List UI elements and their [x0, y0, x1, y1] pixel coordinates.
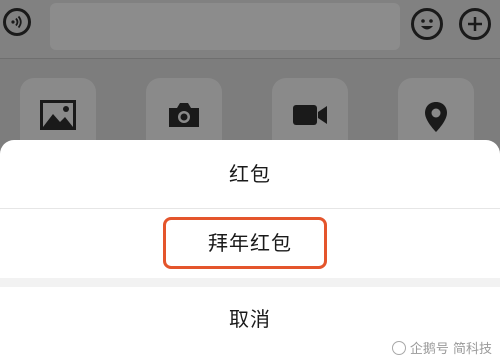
voice-wave-icon: [11, 15, 22, 29]
smiley-icon[interactable]: [411, 8, 443, 40]
image-icon: [40, 100, 76, 130]
watermark: 企鹅号 简科技: [391, 338, 492, 357]
message-input[interactable]: [50, 3, 400, 50]
watermark-text: 企鹅号 简科技: [409, 342, 492, 357]
video-camera-icon: [293, 105, 327, 125]
sheet-separator: [0, 278, 500, 287]
plus-icon[interactable]: [459, 8, 491, 40]
chat-input-bar: [0, 0, 500, 59]
camera-icon: [169, 103, 199, 127]
action-sheet: 红包 拜年红包 取消 企鹅号 简科技: [0, 140, 500, 363]
penguin-logo-icon: [391, 340, 406, 355]
highlight-box: [163, 217, 327, 269]
location-pin-icon: [425, 102, 447, 132]
voice-icon[interactable]: [3, 8, 31, 36]
red-packet-option[interactable]: 红包: [0, 140, 500, 209]
